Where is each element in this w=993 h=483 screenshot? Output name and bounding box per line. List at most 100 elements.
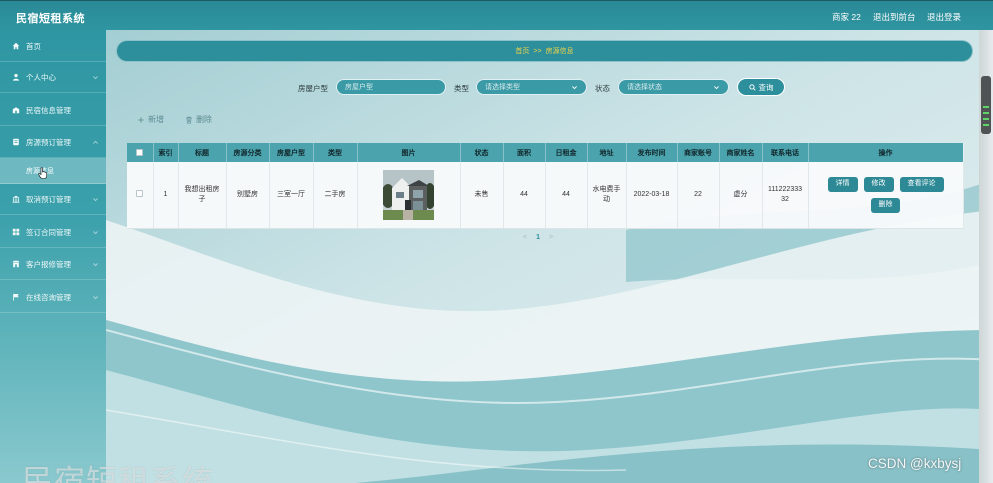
column-header-category: 房源分类 [226, 143, 270, 162]
column-header-operations: 操作 [808, 143, 964, 162]
sidebar-item-label: 房源预订管理 [26, 137, 71, 147]
delete-button[interactable]: 删除 [185, 114, 212, 125]
logout-link[interactable]: 退出登录 [927, 11, 961, 23]
pagination: < 1 > [523, 234, 553, 241]
column-header-merchant-name: 商家姓名 [719, 143, 763, 162]
chevron-down-icon [571, 84, 578, 91]
cell-address: 水电费手动 [587, 162, 627, 229]
cell-category: 别墅房 [226, 162, 270, 229]
user-icon [12, 73, 20, 81]
sidebar-item-repair[interactable]: 客户报修管理 [0, 249, 106, 280]
sidebar-item-label: 民宿信息管理 [26, 105, 71, 115]
breadcrumb-home[interactable]: 首页 [515, 46, 529, 56]
cell-merchant-account: 22 [677, 162, 720, 229]
detail-button[interactable]: 详情 [827, 176, 858, 192]
chevron-down-icon [92, 261, 99, 268]
main-content: 首页 >> 房源信息 房屋户型 类型 请选择类型 状态 请选择状态 查询 新增 … [106, 30, 978, 483]
building-icon [12, 106, 20, 114]
column-header-publish-time: 发布时间 [626, 143, 678, 162]
page-number-current[interactable]: 1 [536, 234, 540, 241]
chevron-down-icon [713, 84, 720, 91]
column-header-area: 面积 [503, 143, 546, 162]
column-header-type: 类型 [313, 143, 358, 162]
select-all-checkbox[interactable] [136, 148, 144, 156]
select-all-cell [127, 143, 154, 162]
chevron-up-icon [92, 139, 99, 146]
query-button[interactable]: 查询 [737, 78, 785, 96]
column-header-phone: 联系电话 [762, 143, 809, 162]
search-icon [748, 83, 756, 91]
status-select-value: 请选择状态 [627, 84, 662, 91]
home-icon [12, 42, 20, 50]
table-row: 1 我想出租房子 别墅房 三室一厅 二手房 未售 44 44 水电费手动 202… [127, 162, 964, 229]
sidebar-item-consult[interactable]: 在线咨询管理 [0, 282, 106, 313]
chevron-down-icon [92, 294, 99, 301]
cell-publish-time: 2022-03-18 [626, 162, 678, 229]
chevron-down-icon [92, 196, 99, 203]
sidebar-item-booking[interactable]: 房源预订管理 [0, 127, 106, 158]
watermark-app-title: 民宿短租系统 [22, 464, 214, 483]
view-comments-button[interactable]: 查看评论 [899, 176, 944, 192]
column-header-merchant-account: 商家账号 [677, 143, 720, 162]
account-label: 商家 22 [832, 12, 861, 22]
row-checkbox[interactable] [136, 190, 144, 198]
sidebar-subitem-listing-info[interactable]: 房源信息 [0, 158, 106, 184]
house-layout-label: 房屋户型 [298, 84, 328, 93]
cell-operations: 详情 修改 查看评论 删除 [808, 162, 964, 229]
add-button[interactable]: 新增 [137, 114, 164, 125]
sidebar-item-label: 个人中心 [26, 72, 56, 82]
bank-icon [12, 195, 20, 203]
cell-status: 未售 [460, 162, 504, 229]
status-label: 状态 [595, 84, 610, 93]
cell-layout: 三室一厅 [269, 162, 314, 229]
column-header-index: 索引 [153, 143, 179, 162]
flag-icon [12, 293, 20, 301]
chevron-down-icon [92, 229, 99, 236]
sidebar-item-profile[interactable]: 个人中心 [0, 62, 106, 93]
back-to-front-link[interactable]: 退出到前台 [873, 11, 916, 23]
column-header-title: 标题 [178, 143, 227, 162]
row-delete-button[interactable]: 删除 [871, 197, 900, 213]
sidebar-item-home[interactable]: 首页 [0, 31, 106, 62]
cell-image [357, 162, 461, 229]
plus-icon [138, 116, 144, 123]
next-page-button[interactable]: > [549, 234, 553, 241]
sidebar-item-cancel-booking[interactable]: 取消预订管理 [0, 184, 106, 215]
column-header-image: 图片 [357, 143, 461, 162]
delete-button-label: 删除 [196, 115, 212, 124]
sidebar-item-label: 签订合同管理 [26, 227, 71, 237]
prev-page-button[interactable]: < [523, 234, 527, 241]
store-icon [12, 260, 20, 268]
column-header-layout: 房屋户型 [269, 143, 314, 162]
column-header-daily-rent: 日租金 [545, 143, 588, 162]
page-scrollbar[interactable] [979, 30, 993, 483]
breadcrumb: 首页 >> 房源信息 [116, 40, 973, 62]
add-button-label: 新增 [148, 115, 164, 124]
edit-button[interactable]: 修改 [863, 176, 894, 192]
query-button-label: 查询 [758, 82, 774, 92]
watermark-source: CSDN @kxbysj [868, 456, 962, 471]
row-select-cell [127, 162, 154, 229]
sidebar-item-label: 客户报修管理 [26, 259, 71, 269]
status-select[interactable]: 请选择状态 [618, 79, 729, 95]
cell-daily-rent: 44 [545, 162, 588, 229]
cell-title: 我想出租房子 [178, 162, 227, 229]
cell-index: 1 [153, 162, 179, 229]
trash-icon [186, 116, 192, 124]
breadcrumb-separator: >> [533, 47, 542, 55]
type-select-value: 请选择类型 [485, 84, 520, 91]
scrollbar-thumb[interactable] [981, 76, 991, 134]
type-select[interactable]: 请选择类型 [476, 79, 587, 95]
chevron-down-icon [92, 74, 99, 81]
breadcrumb-current: 房源信息 [545, 48, 574, 55]
house-layout-input[interactable] [336, 79, 446, 95]
hand-cursor-icon [38, 167, 47, 179]
top-bar: 民宿短租系统 商家 22 退出到前台 退出登录 [0, 0, 993, 30]
sidebar-item-homestay-info[interactable]: 民宿信息管理 [0, 95, 106, 126]
cell-merchant-name: 虚分 [719, 162, 763, 229]
table-header-row: 索引 标题 房源分类 房屋户型 类型 图片 状态 面积 日租金 地址 发布时间 … [127, 143, 964, 162]
type-label: 类型 [454, 84, 469, 93]
list-icon [12, 138, 20, 146]
sidebar-item-contract[interactable]: 签订合同管理 [0, 217, 106, 248]
sidebar-item-label: 在线咨询管理 [26, 292, 71, 302]
